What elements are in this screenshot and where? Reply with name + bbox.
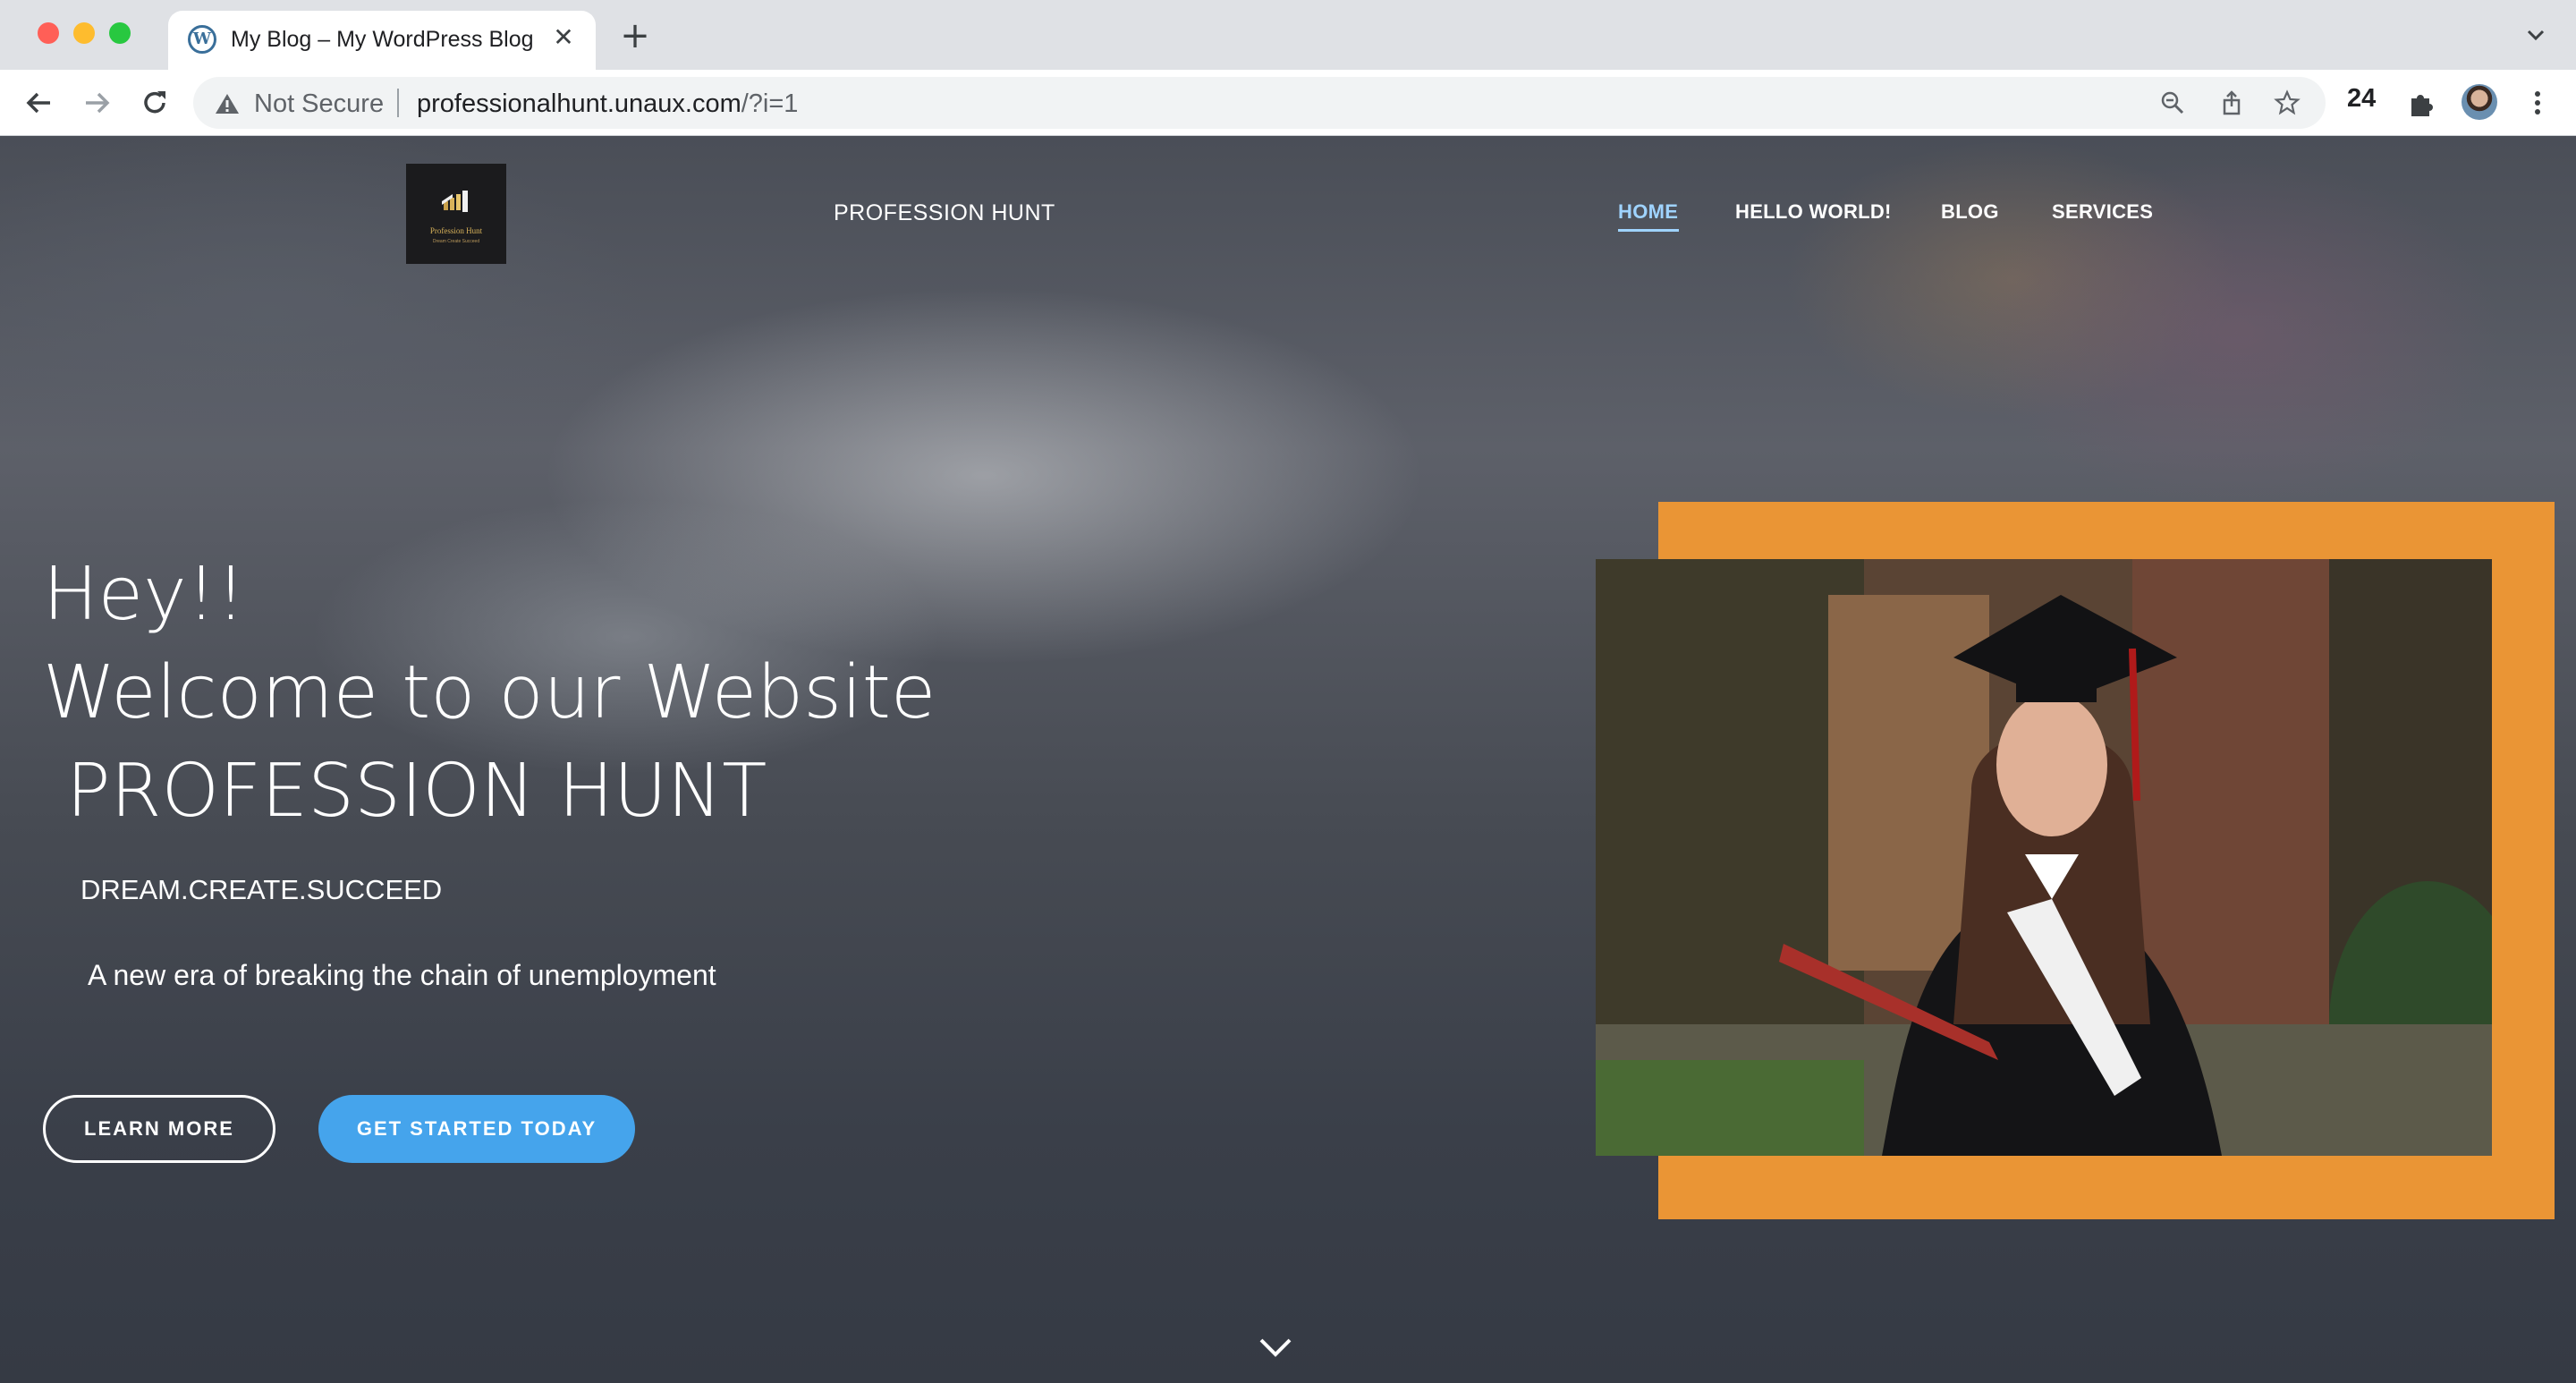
main-navigation: HOME HELLO WORLD! BLOG SERVICES [0, 200, 2576, 236]
wordpress-icon: W [188, 25, 216, 54]
hero-tagline: DREAM.CREATE.SUCCEED [80, 874, 443, 905]
puzzle-icon[interactable] [2404, 86, 2438, 120]
scroll-down-chevron-icon[interactable] [1256, 1335, 1295, 1360]
nav-home[interactable]: HOME [1618, 200, 1678, 224]
browser-tab[interactable]: W My Blog – My WordPress Blog ✕ [168, 11, 596, 70]
window-maximize-button[interactable] [109, 22, 131, 44]
security-status-label[interactable]: Not Secure [254, 89, 384, 119]
zoom-icon[interactable] [2159, 89, 2186, 116]
address-bar[interactable]: Not Secure professionalhunt.unaux.com/?i… [193, 77, 2326, 129]
extensions-badge[interactable]: 24 [2347, 84, 2376, 114]
get-started-button[interactable]: GET STARTED TODAY [318, 1095, 635, 1163]
graduate-photo [1596, 559, 2492, 1156]
hero-greeting: Hey!! [43, 552, 246, 637]
url-host: professionalhunt.unaux.com [417, 89, 741, 118]
back-arrow-icon[interactable] [21, 86, 55, 120]
bookmark-star-icon[interactable] [2274, 89, 2301, 116]
forward-arrow-icon[interactable] [80, 86, 114, 120]
new-tab-icon[interactable]: + [617, 18, 653, 54]
logo-tagline: Dream Create Succeed [432, 239, 480, 244]
reload-icon[interactable] [138, 86, 172, 120]
learn-more-button[interactable]: LEARN MORE [43, 1095, 275, 1163]
browser-tab-bar: W My Blog – My WordPress Blog ✕ + [0, 0, 2576, 70]
window-minimize-button[interactable] [73, 22, 95, 44]
nav-hello-world[interactable]: HELLO WORLD! [1735, 200, 1892, 224]
url-text[interactable]: professionalhunt.unaux.com/?i=1 [417, 89, 798, 119]
profile-avatar[interactable] [2462, 84, 2497, 120]
browser-toolbar: Not Secure professionalhunt.unaux.com/?i… [0, 70, 2576, 136]
nav-active-underline [1618, 229, 1679, 232]
hero-subtitle: A new era of breaking the chain of unemp… [88, 959, 716, 991]
tab-title: My Blog – My WordPress Blog [231, 27, 534, 52]
hero-welcome: Welcome to our Website [43, 650, 936, 735]
warning-icon [216, 94, 239, 114]
tab-close-icon[interactable]: ✕ [547, 21, 580, 54]
nav-blog[interactable]: BLOG [1941, 200, 1999, 224]
address-separator [397, 89, 399, 117]
web-page: Profession Hunt Dream Create Succeed PRO… [0, 136, 2576, 1383]
nav-services[interactable]: SERVICES [2052, 200, 2153, 224]
url-path: /?i=1 [741, 89, 799, 118]
window-close-button[interactable] [38, 22, 59, 44]
tab-list-chevron-icon[interactable] [2522, 21, 2549, 48]
menu-kebab-icon[interactable] [2521, 86, 2555, 120]
hero-brand: PROFESSION HUNT [43, 749, 767, 834]
share-icon[interactable] [2218, 89, 2245, 116]
